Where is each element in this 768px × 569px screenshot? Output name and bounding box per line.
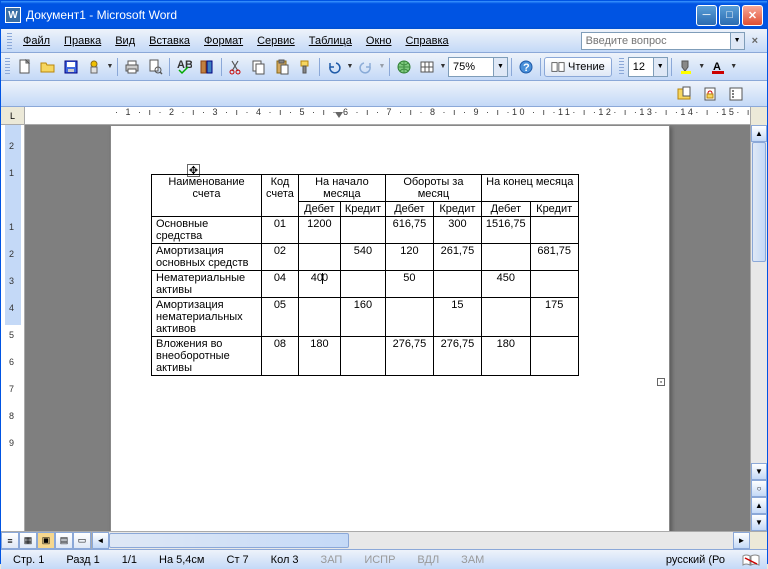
outline-view-button[interactable]: ▤ (55, 532, 73, 549)
prev-page-button[interactable]: ▲ (751, 497, 767, 514)
tables-dropdown[interactable]: ▼ (439, 63, 447, 70)
ask-dropdown[interactable]: ▼ (731, 32, 745, 50)
redo-dropdown[interactable]: ▼ (378, 63, 386, 70)
scroll-thumb[interactable] (752, 142, 766, 262)
document-table[interactable]: Наименование счета Код счета На начало м… (151, 174, 579, 376)
tab-selector[interactable]: L (1, 107, 25, 125)
close-button[interactable]: ✕ (742, 5, 763, 26)
table-row[interactable]: Нематериальные активы0440050450 (152, 271, 579, 298)
horizontal-scrollbar[interactable]: ◄ ► (92, 532, 750, 549)
menu-format[interactable]: Формат (197, 32, 250, 50)
menu-table[interactable]: Таблица (302, 32, 359, 50)
ask-question-input[interactable] (581, 32, 731, 50)
highlight-dropdown[interactable]: ▼ (698, 63, 706, 70)
menubar-grip[interactable] (7, 33, 12, 49)
maximize-button[interactable]: □ (719, 5, 740, 26)
print-layout-view-button[interactable]: ▣ (37, 532, 55, 549)
table-row[interactable]: Амортизация нематериальных активов051601… (152, 298, 579, 337)
save-button[interactable] (60, 56, 82, 78)
permission-dropdown[interactable]: ▼ (106, 63, 114, 70)
page: ✥ Наименование счета Код счета На начало… (110, 125, 670, 531)
help-button[interactable]: ? (515, 56, 537, 78)
aux-insert-button[interactable] (673, 83, 695, 105)
font-size-combo[interactable]: 12▼ (628, 57, 668, 77)
print-preview-button[interactable] (144, 56, 166, 78)
aux-protect-button[interactable] (699, 83, 721, 105)
browse-object-button[interactable]: ○ (751, 480, 767, 497)
table-row[interactable]: Основные средства011200616,753001516,75 (152, 217, 579, 244)
horizontal-ruler[interactable]: · 1 · ı · 2 · ı · 3 · ı · 4 · ı · 5 · ı … (25, 107, 750, 125)
table-row[interactable]: Вложения во внеоборотные активы08180276,… (152, 337, 579, 376)
toolbar-grip[interactable] (5, 58, 10, 76)
minimize-button[interactable]: ─ (696, 5, 717, 26)
permission-button[interactable] (83, 56, 105, 78)
redo-button[interactable] (355, 56, 377, 78)
scroll-right-button[interactable]: ► (733, 532, 750, 549)
open-button[interactable] (37, 56, 59, 78)
scroll-down-button[interactable]: ▼ (751, 463, 767, 480)
hyperlink-button[interactable] (393, 56, 415, 78)
menu-file[interactable]: Файл (16, 32, 57, 50)
table-resize-handle[interactable]: ▫ (657, 378, 665, 386)
scroll-up-button[interactable]: ▲ (751, 125, 767, 142)
read-mode-button[interactable]: Чтение (544, 57, 612, 77)
document-canvas[interactable]: ✥ Наименование счета Код счета На начало… (25, 125, 750, 531)
app-icon: W (5, 7, 21, 23)
normal-view-button[interactable]: ≡ (1, 532, 19, 549)
copy-button[interactable] (248, 56, 270, 78)
paste-button[interactable] (271, 56, 293, 78)
cut-button[interactable] (225, 56, 247, 78)
svg-text:?: ? (523, 62, 530, 74)
reading-view-button[interactable]: ▭ (73, 532, 91, 549)
vertical-scrollbar[interactable]: ▲ ▼ ○ ▲ ▼ (750, 125, 767, 531)
menu-tools[interactable]: Сервис (250, 32, 302, 50)
zoom-combo[interactable]: 75%▼ (448, 57, 508, 77)
tab-stop-marker[interactable] (335, 112, 343, 120)
aux-form-button[interactable] (725, 83, 747, 105)
toolbar2-grip[interactable] (619, 58, 624, 76)
format-painter-button[interactable] (294, 56, 316, 78)
scroll-left-button[interactable]: ◄ (92, 532, 109, 549)
research-button[interactable] (196, 56, 218, 78)
highlight-button[interactable] (675, 56, 697, 78)
new-doc-button[interactable] (14, 56, 36, 78)
menu-insert[interactable]: Вставка (142, 32, 197, 50)
h-scroll-thumb[interactable] (109, 533, 349, 548)
table-row[interactable]: Амортизация основных средств02540120261,… (152, 244, 579, 271)
menu-view[interactable]: Вид (108, 32, 142, 50)
svg-text:ABC: ABC (177, 59, 192, 71)
spellcheck-button[interactable]: ABC (173, 56, 195, 78)
menu-window[interactable]: Окно (359, 32, 399, 50)
menu-edit[interactable]: Правка (57, 32, 108, 50)
undo-button[interactable] (323, 56, 345, 78)
tables-borders-button[interactable] (416, 56, 438, 78)
undo-dropdown[interactable]: ▼ (346, 63, 354, 70)
font-color-dropdown[interactable]: ▼ (730, 63, 738, 70)
web-view-button[interactable]: ▦ (19, 532, 37, 549)
menu-help[interactable]: Справка (398, 32, 455, 50)
spellcheck-status-icon[interactable] (741, 553, 761, 567)
print-button[interactable] (121, 56, 143, 78)
vertical-ruler[interactable]: 21123456789 (1, 125, 25, 531)
menubar-close-icon[interactable]: × (749, 35, 761, 47)
font-color-button[interactable]: A (707, 56, 729, 78)
window-title: Документ1 - Microsoft Word (26, 8, 696, 22)
next-page-button[interactable]: ▼ (751, 514, 767, 531)
